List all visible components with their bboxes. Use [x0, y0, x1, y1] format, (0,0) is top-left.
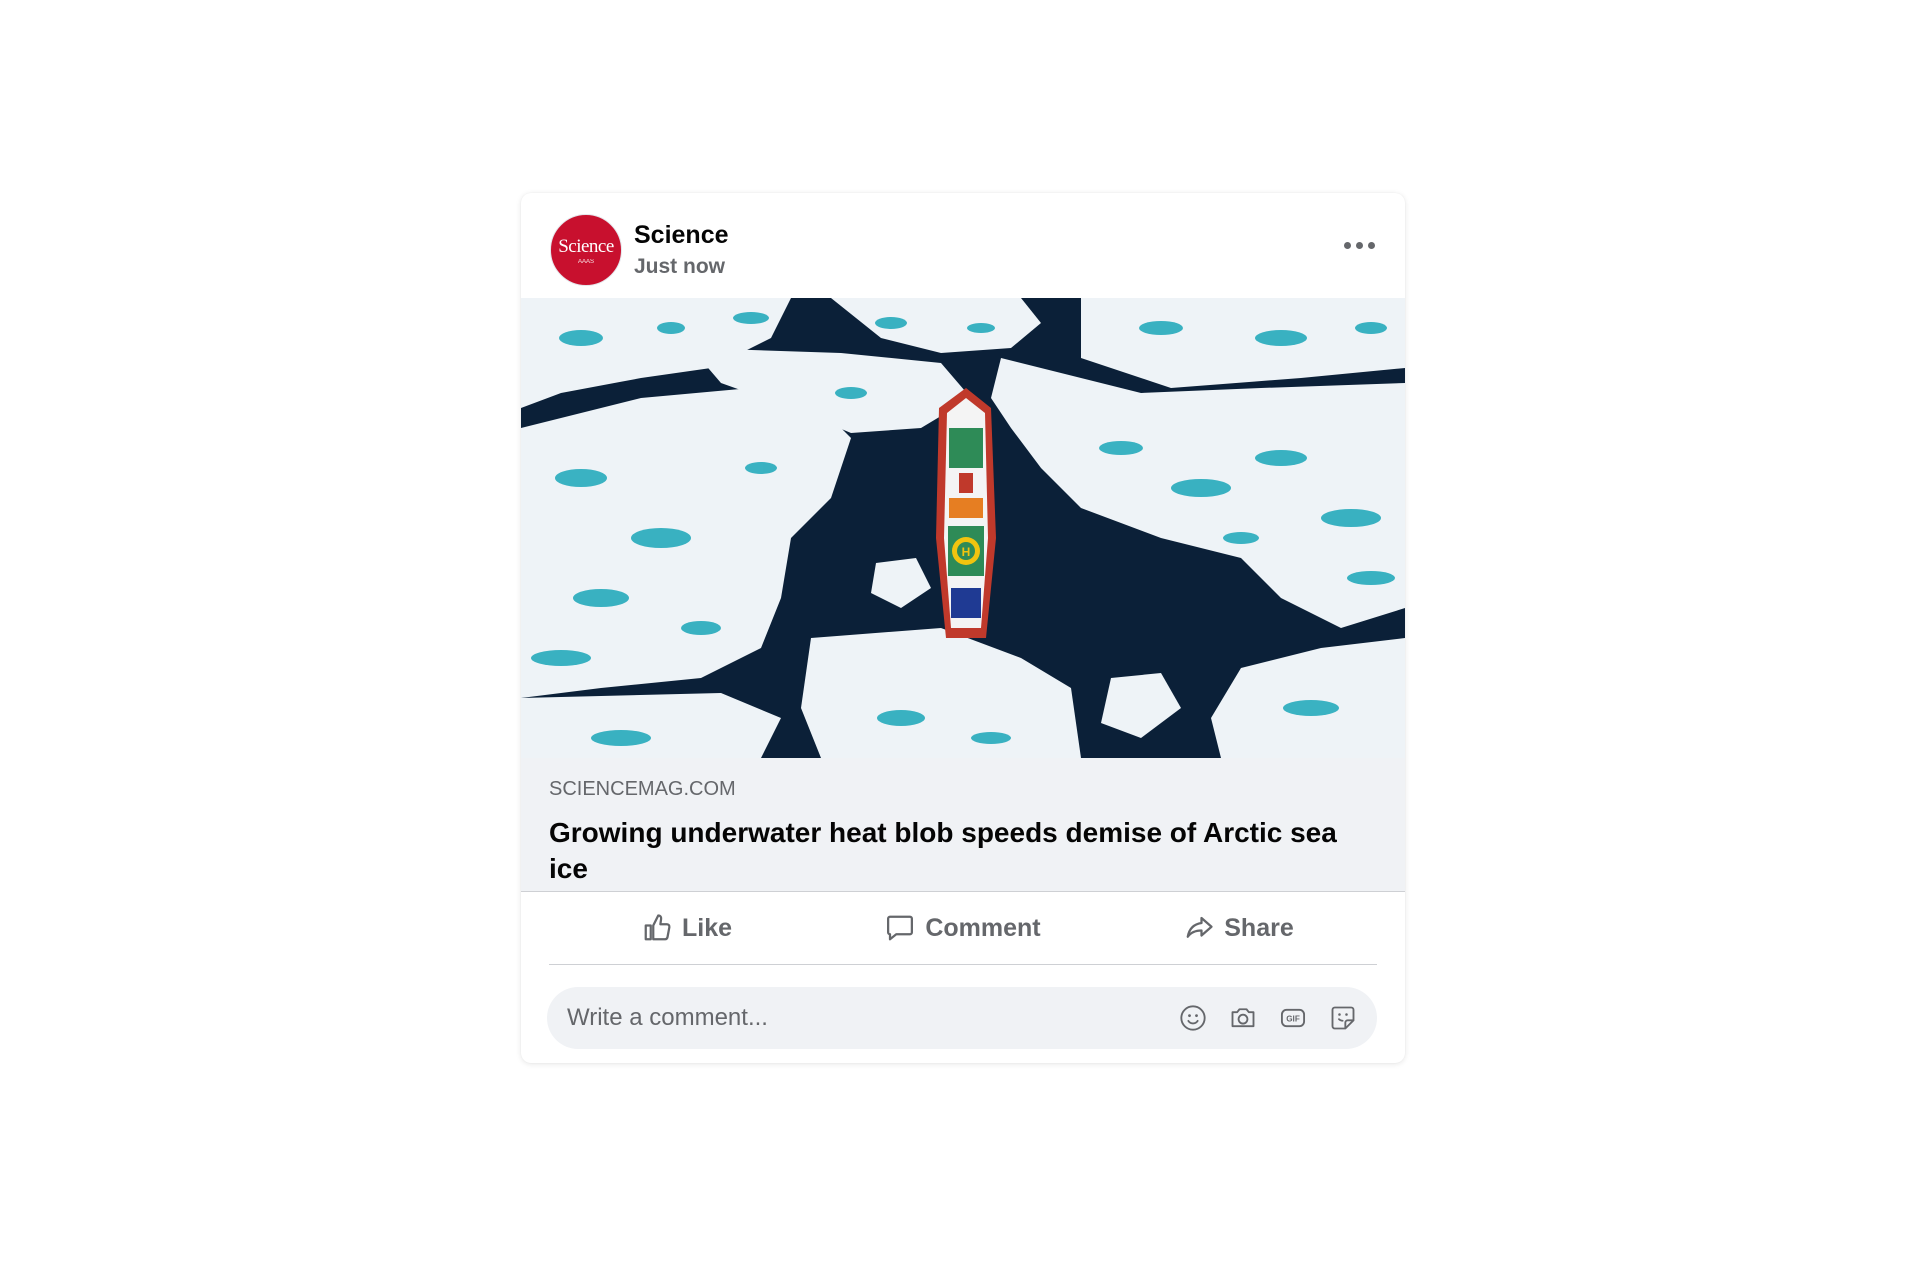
post-image[interactable]: H: [521, 298, 1405, 758]
more-options-button[interactable]: [1335, 227, 1383, 263]
post-header: Science AAAS Science Just now: [521, 193, 1405, 298]
link-preview[interactable]: SCIENCEMAG.COM Growing underwater heat b…: [521, 758, 1405, 892]
link-domain: SCIENCEMAG.COM: [549, 778, 736, 800]
comment-button[interactable]: Comment: [825, 892, 1101, 964]
action-bar: Like Comment Share: [549, 892, 1377, 965]
more-horizontal-icon: [1343, 241, 1351, 249]
emoji-icon[interactable]: [1177, 1002, 1209, 1034]
post-timestamp[interactable]: Just now: [634, 255, 725, 279]
thumbs-up-icon: [644, 914, 671, 941]
sticker-icon[interactable]: [1327, 1002, 1359, 1034]
page-name[interactable]: Science: [634, 221, 729, 250]
comment-box: GIF: [547, 987, 1377, 1049]
avatar-logo-subtext: AAAS: [577, 259, 594, 265]
post-card: Science AAAS Science Just now H SCIENCEM…: [521, 193, 1405, 1063]
share-icon: [1186, 916, 1213, 938]
comment-icons: GIF: [1159, 987, 1359, 1049]
like-button[interactable]: Like: [549, 892, 825, 964]
page-avatar[interactable]: Science AAAS: [550, 214, 622, 286]
like-label: Like: [681, 913, 733, 942]
svg-text:H: H: [962, 545, 971, 559]
comment-icon: [887, 915, 914, 941]
comment-input[interactable]: [547, 987, 1147, 1049]
gif-icon[interactable]: GIF: [1277, 1002, 1309, 1034]
share-label: Share: [1224, 913, 1294, 942]
camera-icon[interactable]: [1227, 1002, 1259, 1034]
avatar-logo-text: Science: [558, 236, 614, 257]
share-button[interactable]: Share: [1101, 892, 1377, 964]
link-title: Growing underwater heat blob speeds demi…: [549, 817, 1337, 884]
svg-text:GIF: GIF: [1286, 1015, 1300, 1024]
comment-label: Comment: [925, 913, 1041, 942]
ship-illustration: H: [936, 388, 996, 638]
